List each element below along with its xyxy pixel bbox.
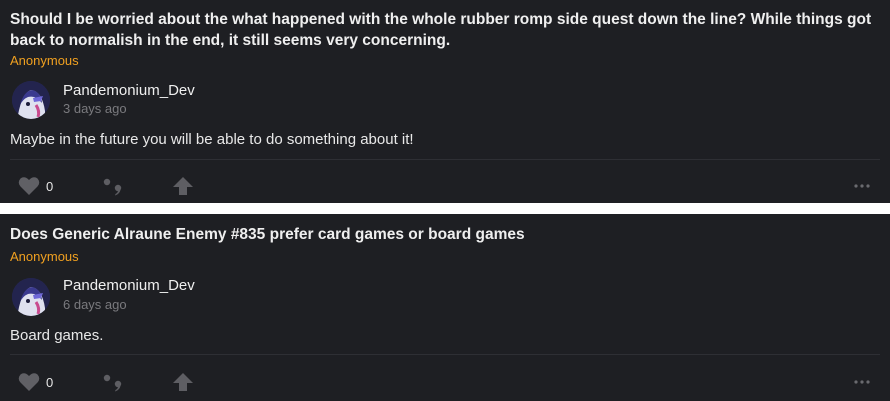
upvote-button[interactable] [172,174,194,198]
post-date: 6 days ago [63,297,127,312]
more-dots-icon [854,184,870,188]
avatar[interactable] [12,278,50,316]
arrow-up-icon [173,177,193,195]
arrow-up-icon [173,373,193,391]
asker-name: Anonymous [10,249,79,264]
author-name[interactable]: Pandemonium_Dev [63,277,195,294]
like-count: 0 [46,178,54,194]
avatar[interactable] [12,81,50,119]
more-options-button[interactable] [853,174,871,198]
question-text: Should I be worried about the what happe… [10,11,872,49]
heart-icon [18,177,40,195]
action-bar: 0 [0,174,890,198]
post-date: 3 days ago [63,101,127,116]
upvote-button[interactable] [172,370,194,394]
answer-text: Maybe in the future you will be able to … [10,131,414,148]
answer-text: Board games. [10,327,104,344]
question-card: Should I be worried about the what happe… [0,0,890,203]
more-dots-icon [854,380,870,384]
quote-icon [103,374,122,392]
divider [10,159,880,160]
like-button[interactable]: 0 [18,174,53,198]
heart-icon [18,373,40,391]
quote-button[interactable] [102,370,126,394]
more-options-button[interactable] [853,370,871,394]
action-bar: 0 [0,370,890,394]
quote-button[interactable] [102,174,126,198]
like-count: 0 [46,374,54,390]
like-button[interactable]: 0 [18,370,53,394]
question-text: Does Generic Alraune Enemy #835 prefer c… [10,226,525,243]
author-name[interactable]: Pandemonium_Dev [63,82,195,99]
asker-name: Anonymous [10,53,79,68]
divider [10,354,880,355]
quote-icon [103,178,122,196]
question-card: Does Generic Alraune Enemy #835 prefer c… [0,214,890,401]
